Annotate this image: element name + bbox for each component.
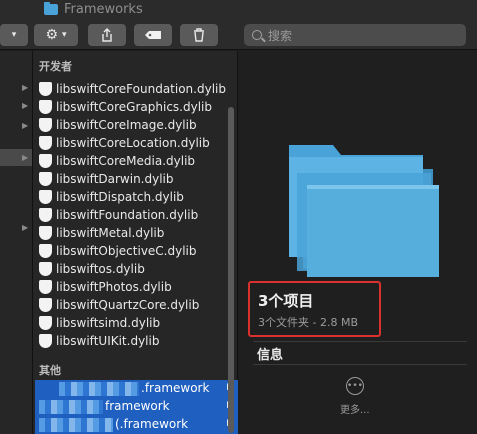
dylib-file-icon [39,226,52,240]
list-item[interactable]: libswiftPhotos.dylib [39,278,172,296]
item-count-title: 3个项目 [258,292,314,310]
more-label[interactable]: 更多... [340,401,370,416]
list-item[interactable]: libswiftCoreImage.dylib [39,116,197,134]
file-name: libswiftObjectiveC.dylib [56,244,197,258]
list-item[interactable]: libswiftos.dylib [39,260,145,278]
file-name: libswiftMetal.dylib [56,226,165,240]
trash-button[interactable] [180,24,218,46]
redacted-name [39,400,103,414]
file-name: libswiftCoreFoundation.dylib [56,82,226,96]
dylib-file-icon [39,262,52,276]
window-title: Frameworks [44,2,143,17]
preview-pane: 3个项目 3个文件夹 - 2.8 MB 信息 ••• 更多... [239,51,477,434]
item-summary: 3个文件夹 - 2.8 MB [258,316,358,329]
file-name: libswiftsimd.dylib [56,316,161,330]
file-name: libswiftQuartzCore.dylib [56,298,200,312]
list-item[interactable]: libswiftCoreFoundation.dylib [39,80,226,98]
redacted-name [39,418,113,432]
list-item[interactable]: libswiftObjectiveC.dylib [39,242,197,260]
search-icon [252,30,262,40]
file-name: libswiftCoreGraphics.dylib [56,100,212,114]
file-name: libswiftFoundation.dylib [56,208,199,222]
file-column: 开发者 libswiftCoreFoundation.dylib libswif… [32,51,238,434]
toolbar: ▾ ⚙ ▾ 搜索 [0,20,477,50]
dylib-file-icon [39,334,52,348]
dylib-file-icon [39,190,52,204]
scrollbar[interactable] [228,107,234,433]
info-header: 信息 [257,348,284,363]
dylib-file-icon [39,136,52,150]
search-field[interactable]: 搜索 [244,24,466,46]
dylib-file-icon [39,298,52,312]
file-name: libswiftCoreMedia.dylib [56,154,196,168]
file-name: libswiftCoreLocation.dylib [56,136,210,150]
file-name: libswiftPhotos.dylib [56,280,172,294]
dylib-file-icon [39,154,52,168]
file-name: libswiftDispatch.dylib [56,190,184,204]
share-icon [102,28,112,42]
selected-framework-row[interactable]: (.framework ▶ [35,416,238,434]
dylib-file-icon [39,244,52,258]
divider [253,341,467,342]
window-title-text: Frameworks [64,2,143,17]
disclosure-arrow-icon[interactable]: ▶ [22,101,28,110]
disclosure-arrow-icon[interactable]: ▶ [22,83,28,92]
tag-button[interactable] [134,24,172,46]
list-item[interactable]: libswiftsimd.dylib [39,314,160,332]
file-name: libswiftDarwin.dylib [56,172,174,186]
title-bar: Frameworks [0,0,477,20]
file-name: libswiftUIKit.dylib [56,334,160,348]
chevron-down-icon: ▾ [62,30,67,40]
list-item[interactable]: libswiftCoreLocation.dylib [39,134,210,152]
divider [253,364,467,365]
parent-column: ▶ ▶ ▶ ▶ ▶ [0,51,32,434]
tag-icon [145,31,161,39]
view-mode-button[interactable]: ▾ [0,24,28,46]
folder-stack-icon [289,145,439,277]
dylib-file-icon [39,82,52,96]
trash-icon [194,28,204,42]
list-item[interactable]: libswiftMetal.dylib [39,224,164,242]
dylib-file-icon [39,118,52,132]
framework-name: .framework [141,381,210,395]
dylib-file-icon [39,316,52,330]
more-icon[interactable]: ••• [346,377,364,395]
gear-icon: ⚙ [45,27,59,43]
list-item[interactable]: libswiftUIKit.dylib [39,332,159,350]
framework-name: (.framework [115,417,189,431]
selected-framework-row[interactable]: framework ▶ [35,398,238,416]
disclosure-arrow-icon[interactable]: ▶ [22,121,28,130]
chevron-down-icon: ▾ [11,30,17,40]
disclosure-arrow-icon[interactable]: ▶ [22,153,28,162]
action-menu-button[interactable]: ⚙ ▾ [34,24,78,46]
list-item[interactable]: libswiftDispatch.dylib [39,188,184,206]
dylib-file-icon [39,172,52,186]
list-item[interactable]: libswiftQuartzCore.dylib [39,296,199,314]
folder-icon [44,2,58,15]
share-button[interactable] [88,24,126,46]
framework-name: framework [105,399,170,413]
search-placeholder: 搜索 [268,28,293,43]
selected-framework-row[interactable]: .framework ▶ [35,380,238,398]
section-header-other: 其他 [39,364,61,377]
section-header-developer: 开发者 [39,60,72,73]
list-item[interactable]: libswiftCoreMedia.dylib [39,152,195,170]
file-name: libswiftCoreImage.dylib [56,118,197,132]
disclosure-arrow-icon[interactable]: ▶ [22,223,28,232]
list-item[interactable]: libswiftCoreGraphics.dylib [39,98,212,116]
redacted-name [59,382,139,396]
list-item[interactable]: libswiftDarwin.dylib [39,170,174,188]
list-item[interactable]: libswiftFoundation.dylib [39,206,198,224]
dylib-file-icon [39,100,52,114]
dylib-file-icon [39,208,52,222]
file-name: libswiftos.dylib [56,262,145,276]
dylib-file-icon [39,280,52,294]
